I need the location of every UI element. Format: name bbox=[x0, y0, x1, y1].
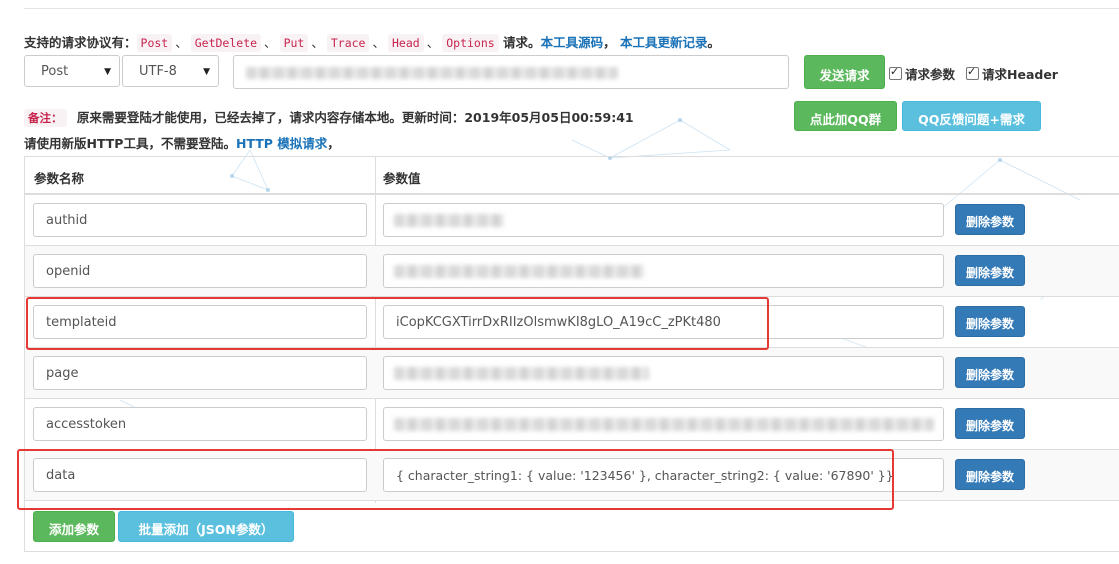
redacted-value bbox=[394, 265, 644, 278]
notice-tag: 备注： bbox=[24, 109, 67, 127]
redacted-value bbox=[394, 367, 649, 380]
delete-param-button[interactable]: 删除参数 bbox=[955, 459, 1025, 490]
qq-feedback-button[interactable]: QQ反馈问题+需求 bbox=[902, 101, 1041, 131]
join-qq-group-button[interactable]: 点此加QQ群 bbox=[794, 101, 897, 131]
request-header-checkbox[interactable]: 请求Header bbox=[966, 64, 1058, 83]
notice: 备注： 原来需要登陆才能使用，已经去掉了，请求内容存储本地。更新时间：2019年… bbox=[24, 107, 634, 127]
delete-param-button[interactable]: 删除参数 bbox=[955, 306, 1025, 337]
encoding-select[interactable]: UTF-8 ▼ bbox=[122, 55, 219, 87]
protocols-label: 支持的请求协议有： bbox=[24, 35, 137, 50]
redacted-value bbox=[394, 214, 504, 227]
add-param-button[interactable]: 添加参数 bbox=[33, 511, 115, 542]
param-name-input[interactable]: page bbox=[33, 356, 367, 390]
protocol-getdelete: GetDelete bbox=[190, 34, 262, 52]
checkbox-checked-icon bbox=[889, 65, 902, 80]
http-simulate-link[interactable]: HTTP 模拟请求 bbox=[236, 136, 327, 151]
protocol-head: Head bbox=[388, 34, 424, 52]
checkbox-checked-icon bbox=[966, 65, 979, 80]
table-row: page 删除参数 bbox=[25, 348, 1119, 399]
supported-protocols: 支持的请求协议有： Post、 GetDelete、 Put、 Trace、 Head、 O… bbox=[24, 34, 720, 52]
url-input[interactable] bbox=[233, 55, 789, 89]
send-request-button[interactable]: 发送请求 bbox=[804, 55, 885, 89]
highlight-box-templateid bbox=[26, 297, 769, 350]
new-version-hint: 请使用新版HTTP工具，不需要登陆。HTTP 模拟请求， bbox=[24, 136, 340, 151]
redacted-value bbox=[394, 418, 934, 431]
changelog-link[interactable]: 本工具更新记录 bbox=[620, 35, 708, 50]
delete-param-button[interactable]: 删除参数 bbox=[955, 408, 1025, 439]
protocol-trace: Trace bbox=[326, 34, 370, 52]
param-value-input[interactable] bbox=[383, 407, 944, 441]
param-value-input[interactable] bbox=[383, 203, 944, 237]
delete-param-button[interactable]: 删除参数 bbox=[955, 204, 1025, 235]
top-divider bbox=[24, 0, 1119, 9]
delete-param-button[interactable]: 删除参数 bbox=[955, 255, 1025, 286]
caret-down-icon: ▼ bbox=[104, 67, 111, 77]
table-row: authid 删除参数 bbox=[25, 195, 1119, 246]
table-row: openid 删除参数 bbox=[25, 246, 1119, 297]
highlight-box-data bbox=[17, 449, 894, 510]
col-header-name: 参数名称 bbox=[34, 171, 85, 186]
redacted-url bbox=[246, 67, 618, 79]
param-value-input[interactable] bbox=[383, 254, 944, 288]
protocol-post: Post bbox=[136, 34, 173, 52]
col-header-value: 参数值 bbox=[383, 171, 421, 186]
request-params-checkbox[interactable]: 请求参数 bbox=[889, 64, 955, 83]
param-name-input[interactable]: accesstoken bbox=[33, 407, 367, 441]
delete-param-button[interactable]: 删除参数 bbox=[955, 357, 1025, 388]
param-value-input[interactable] bbox=[383, 356, 944, 390]
protocol-put: Put bbox=[279, 34, 309, 52]
param-name-input[interactable]: openid bbox=[33, 254, 367, 288]
table-header: 参数名称 参数值 bbox=[25, 157, 1119, 195]
table-row: accesstoken 删除参数 bbox=[25, 399, 1119, 450]
caret-down-icon: ▼ bbox=[203, 67, 210, 77]
protocol-options: Options bbox=[442, 34, 499, 52]
batch-add-json-button[interactable]: 批量添加（JSON参数） bbox=[118, 511, 294, 542]
method-select[interactable]: Post ▼ bbox=[24, 55, 120, 87]
notice-text: 原来需要登陆才能使用，已经去掉了，请求内容存储本地。更新时间：2019年05月0… bbox=[76, 110, 634, 125]
source-code-link[interactable]: 本工具源码 bbox=[541, 35, 604, 50]
param-name-input[interactable]: authid bbox=[33, 203, 367, 237]
